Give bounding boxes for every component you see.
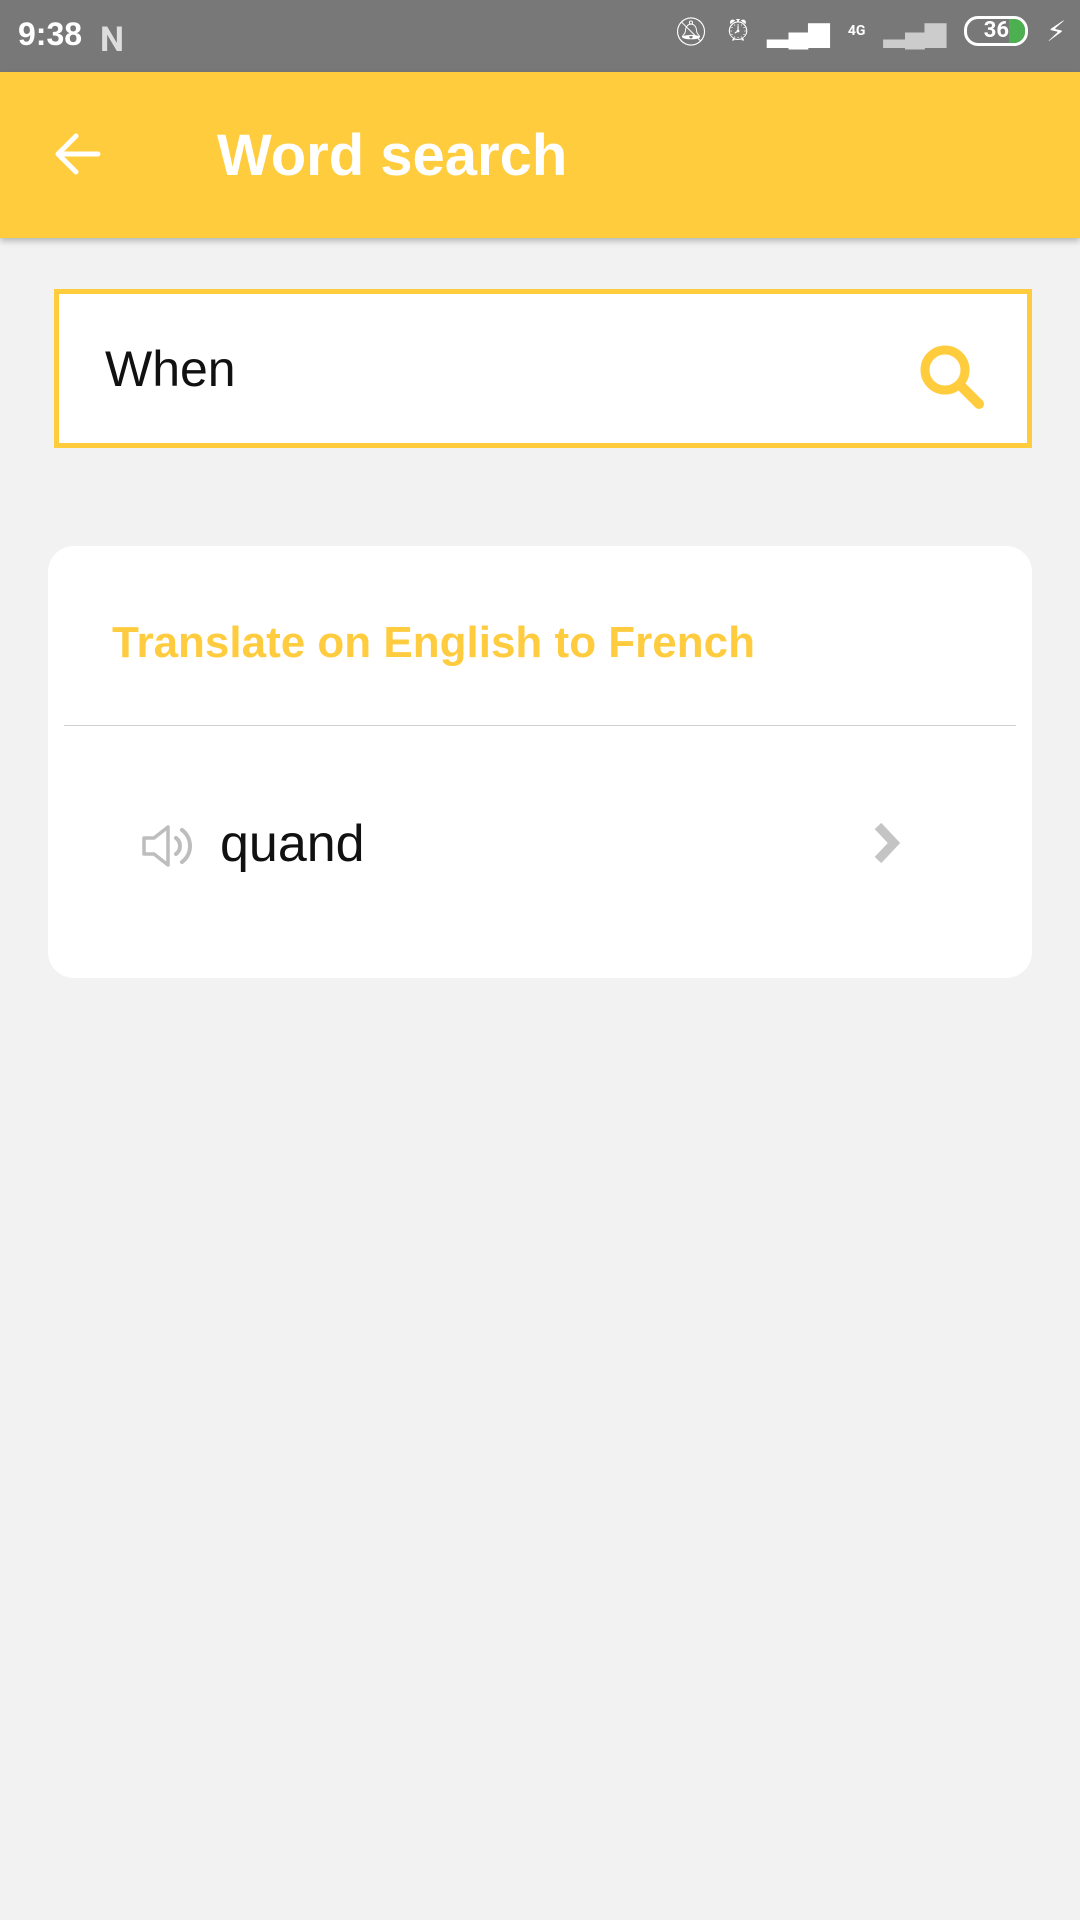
arrow-left-icon[interactable] xyxy=(50,126,106,182)
result-card: Translate on English to French quand xyxy=(48,546,1032,978)
speaker-icon[interactable] xyxy=(140,822,198,870)
bell-off-icon: 🔕︎ xyxy=(673,14,710,48)
network-type: 4G xyxy=(847,23,866,39)
battery-icon: 36 xyxy=(964,16,1029,46)
app-bar: Word search xyxy=(0,72,1080,238)
page-title: Word search xyxy=(217,123,568,188)
search-box[interactable] xyxy=(54,289,1032,448)
status-time: 9:38 xyxy=(18,16,83,52)
list-item[interactable]: quand xyxy=(48,726,1032,978)
translation-word: quand xyxy=(220,815,365,873)
notification-n-icon: N xyxy=(100,20,124,60)
chevron-right-icon[interactable] xyxy=(868,818,908,868)
battery-level: 36 xyxy=(983,18,1009,43)
charging-icon: ⚡︎ xyxy=(1046,14,1066,48)
signal-icon: ▂▄▆ xyxy=(766,14,830,48)
card-title: Translate on English to French xyxy=(112,618,755,667)
search-icon[interactable] xyxy=(915,340,987,412)
alarm-icon: ⏰︎ xyxy=(727,14,749,47)
status-bar: 9:38 N 🔕︎ ⏰︎ ▂▄▆ 4G ▂▄▆ 36 ⚡︎ xyxy=(0,0,1080,72)
search-input[interactable] xyxy=(105,340,865,398)
signal-2-icon: ▂▄▆ xyxy=(883,14,947,48)
